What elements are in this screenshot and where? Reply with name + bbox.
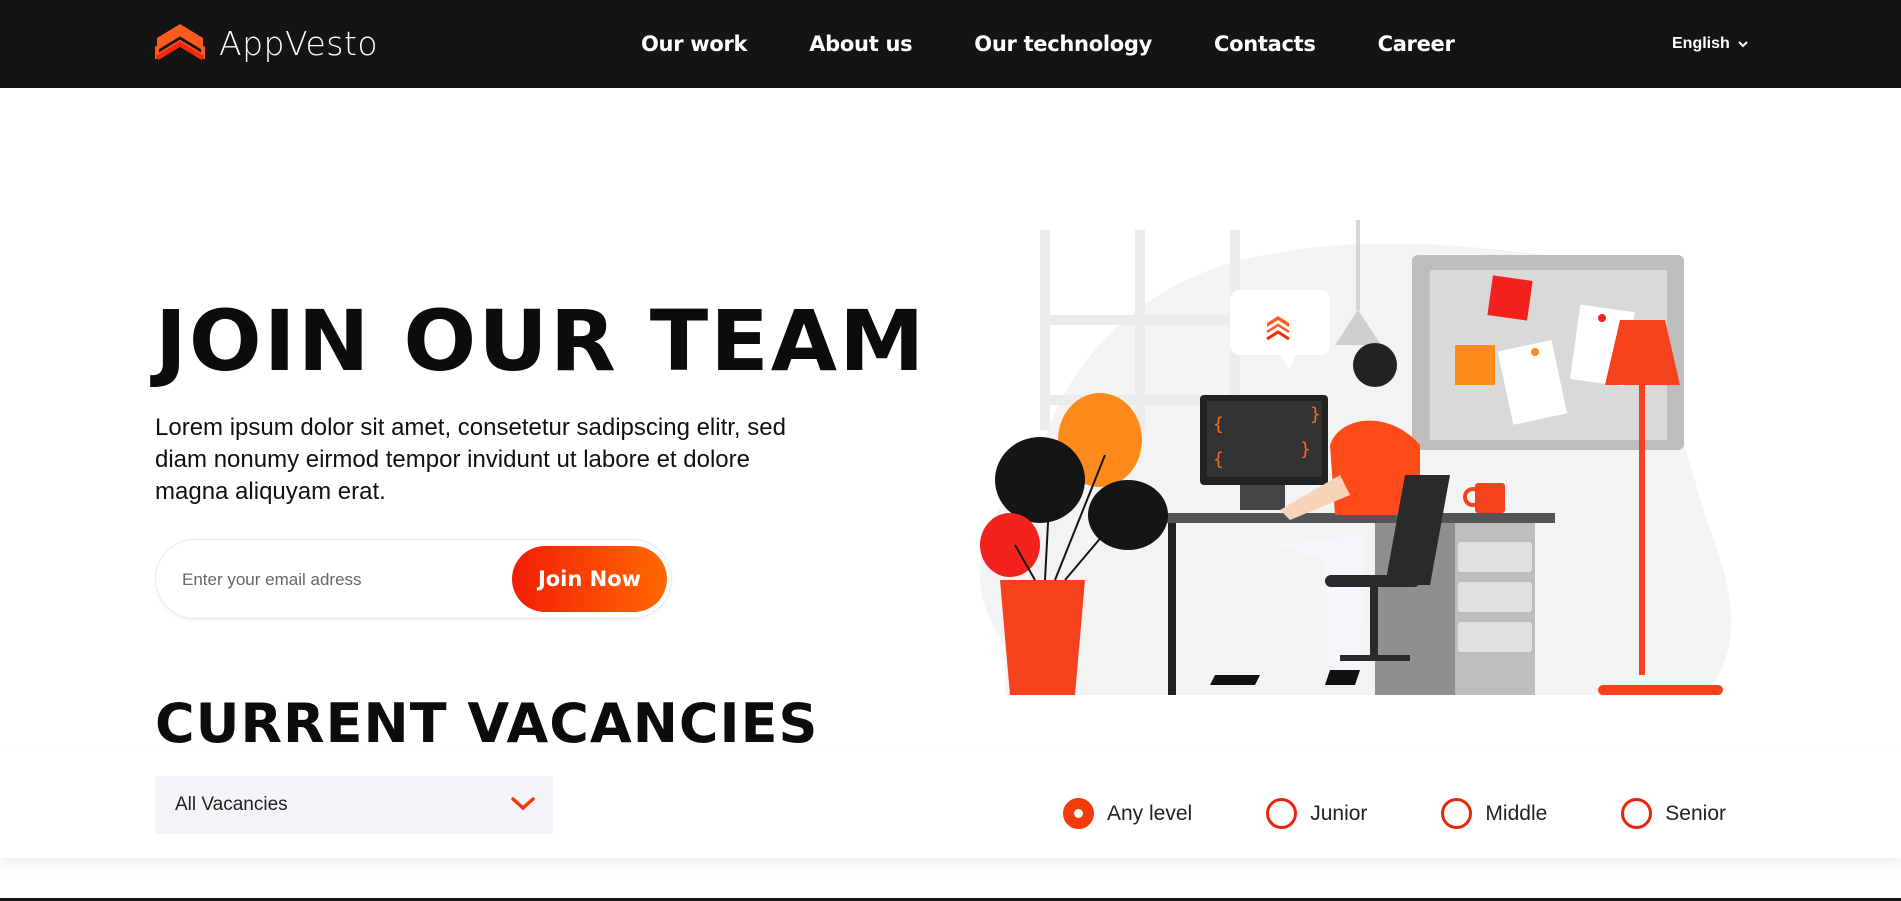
level-radio-senior[interactable]: Senior <box>1621 798 1726 829</box>
level-radio-any[interactable]: Any level <box>1063 798 1192 829</box>
email-input[interactable] <box>182 560 502 600</box>
chevron-down-icon <box>511 797 535 811</box>
brand-name: AppVesto <box>219 23 379 63</box>
chevron-down-icon <box>1738 41 1748 48</box>
nav-our-work[interactable]: Our work <box>641 32 748 56</box>
svg-text:}: } <box>1310 404 1321 425</box>
level-radio-junior[interactable]: Junior <box>1266 798 1367 829</box>
svg-text:}: } <box>1300 439 1311 460</box>
appvesto-logo-icon <box>155 24 205 61</box>
level-label: Senior <box>1665 801 1726 825</box>
nav-contacts[interactable]: Contacts <box>1214 32 1316 56</box>
nav-about-us[interactable]: About us <box>809 32 912 56</box>
site-header: AppVesto Our work About us Our technolog… <box>0 0 1901 88</box>
join-now-button[interactable]: Join Now <box>512 546 667 612</box>
vacancy-category-select[interactable]: All Vacancies <box>155 776 553 834</box>
hero-description: Lorem ipsum dolor sit amet, consetetur s… <box>155 414 786 505</box>
radio-unchecked-icon[interactable] <box>1621 798 1653 829</box>
level-label: Junior <box>1310 801 1368 825</box>
workspace-illustration: { } { } <box>979 220 1732 695</box>
radio-unchecked-icon[interactable] <box>1266 798 1298 829</box>
language-label: English <box>1672 35 1730 52</box>
main-nav: Our work About us Our technology Contact… <box>641 0 1455 88</box>
nav-our-technology[interactable]: Our technology <box>974 32 1152 56</box>
radio-checked-icon[interactable] <box>1063 798 1094 829</box>
vacancies-filter-bar: All Vacancies Any level Junior Middle Se… <box>0 750 1901 858</box>
language-selector[interactable]: English <box>1672 0 1748 88</box>
level-radio-middle[interactable]: Middle <box>1441 798 1547 829</box>
radio-unchecked-icon[interactable] <box>1441 798 1473 829</box>
email-signup-form: Join Now <box>155 539 672 619</box>
level-label: Middle <box>1485 801 1548 825</box>
vacancies-title: CURRENT VACANCIES <box>155 692 819 755</box>
svg-text:{: { <box>1213 449 1224 470</box>
vacancy-select-value: All Vacancies <box>175 794 288 815</box>
nav-career[interactable]: Career <box>1378 32 1455 56</box>
level-label: Any level <box>1107 801 1193 825</box>
svg-text:{: { <box>1213 414 1224 435</box>
level-radio-group: Any level Junior Middle Senior <box>1063 798 1726 829</box>
brand-logo[interactable]: AppVesto <box>155 18 378 68</box>
page-title: JOIN OUR TEAM <box>155 292 927 390</box>
